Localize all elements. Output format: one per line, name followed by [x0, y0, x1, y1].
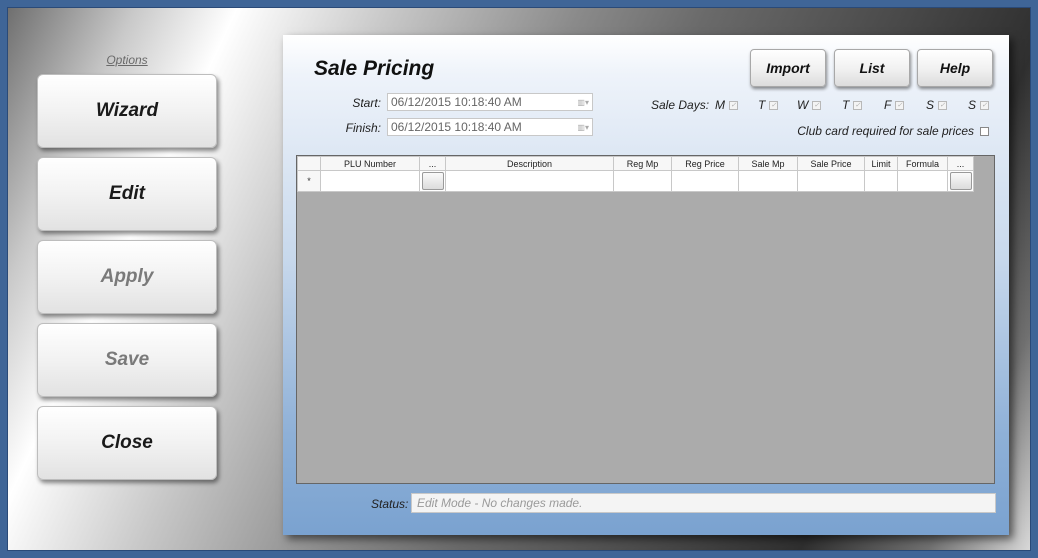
description-cell[interactable] [445, 170, 614, 192]
column-header-reg-price[interactable]: Reg Price [671, 156, 739, 171]
sale-price-cell[interactable] [797, 170, 865, 192]
calendar-dropdown-icon[interactable]: ▥▾ [577, 123, 589, 132]
club-card-checkbox[interactable] [980, 126, 989, 136]
checkbox-icon[interactable]: ✓ [812, 100, 822, 110]
plu-number-cell[interactable] [320, 170, 420, 192]
finish-datetime-value: 06/12/2015 10:18:40 AM [391, 120, 522, 134]
column-header-reg-mp[interactable]: Reg Mp [613, 156, 672, 171]
save-button[interactable]: Save [37, 323, 217, 397]
day-letter: T [758, 98, 766, 112]
sale-day-thursday[interactable]: T ✓ [842, 98, 863, 112]
sale-day-wednesday[interactable]: W ✓ [797, 98, 822, 112]
plu-lookup-cell [419, 170, 446, 192]
checkbox-icon[interactable]: ✓ [895, 100, 905, 110]
status-label: Status: [371, 497, 409, 511]
plu-lookup-button[interactable] [421, 172, 444, 190]
day-letter: S [968, 98, 977, 112]
checkbox-icon[interactable]: ✓ [938, 100, 948, 110]
page-title: Sale Pricing [314, 57, 435, 80]
day-letter: T [842, 98, 850, 112]
column-header-description[interactable]: Description [445, 156, 614, 171]
start-datetime-picker[interactable]: 06/12/2015 10:18:40 AM ▥▾ [387, 93, 593, 111]
close-button[interactable]: Close [37, 406, 217, 480]
table-row: * [297, 170, 974, 192]
checkbox-icon[interactable]: ✓ [980, 100, 990, 110]
status-text: Edit Mode - No changes made. [411, 493, 996, 513]
help-button[interactable]: Help [917, 49, 993, 87]
finish-datetime-picker[interactable]: 06/12/2015 10:18:40 AM ▥▾ [387, 118, 593, 136]
grid-header-row: PLU Number ... Description Reg Mp Reg Pr… [297, 156, 974, 171]
column-header-sale-mp[interactable]: Sale Mp [738, 156, 798, 171]
sale-pricing-grid[interactable]: PLU Number ... Description Reg Mp Reg Pr… [296, 155, 995, 484]
start-label: Start: [352, 96, 381, 110]
day-letter: W [797, 98, 809, 112]
sale-day-saturday[interactable]: S ✓ [926, 98, 948, 112]
start-datetime-value: 06/12/2015 10:18:40 AM [391, 95, 522, 109]
sale-pricing-panel: Sale Pricing Import List Help Start: 06/… [283, 35, 1009, 535]
sale-day-tuesday[interactable]: T ✓ [758, 98, 779, 112]
row-header-corner [297, 156, 321, 171]
reg-mp-cell[interactable] [613, 170, 672, 192]
apply-button[interactable]: Apply [37, 240, 217, 314]
sale-days-label: Sale Days: [651, 98, 710, 112]
finish-label: Finish: [345, 121, 381, 135]
day-letter: M [715, 98, 725, 112]
grid-table: PLU Number ... Description Reg Mp Reg Pr… [297, 156, 974, 192]
formula-cell[interactable] [897, 170, 948, 192]
club-card-label: Club card required for sale prices [797, 124, 974, 138]
column-header-plu-number[interactable]: PLU Number [320, 156, 420, 171]
reg-price-cell[interactable] [671, 170, 739, 192]
new-row-marker: * [297, 170, 321, 192]
day-letter: S [926, 98, 935, 112]
edit-button[interactable]: Edit [37, 157, 217, 231]
column-header-formula[interactable]: Formula [897, 156, 948, 171]
column-header-formula-lookup[interactable]: ... [947, 156, 974, 171]
sale-day-sunday[interactable]: S ✓ [968, 98, 990, 112]
calendar-dropdown-icon[interactable]: ▥▾ [577, 98, 589, 107]
formula-lookup-cell [947, 170, 974, 192]
column-header-sale-price[interactable]: Sale Price [797, 156, 865, 171]
sale-day-friday[interactable]: F ✓ [884, 98, 905, 112]
formula-lookup-button[interactable] [949, 172, 972, 190]
column-header-plu-lookup[interactable]: ... [419, 156, 446, 171]
day-letter: F [884, 98, 892, 112]
sale-mp-cell[interactable] [738, 170, 798, 192]
wizard-button[interactable]: Wizard [37, 74, 217, 148]
options-label: Options [106, 53, 148, 67]
checkbox-icon[interactable]: ✓ [729, 100, 738, 110]
column-header-limit[interactable]: Limit [864, 156, 898, 171]
sale-day-monday[interactable]: M ✓ [715, 98, 738, 112]
checkbox-icon[interactable]: ✓ [853, 100, 863, 110]
limit-cell[interactable] [864, 170, 898, 192]
list-button[interactable]: List [834, 49, 910, 87]
club-card-option[interactable]: Club card required for sale prices [797, 124, 989, 138]
import-button[interactable]: Import [750, 49, 826, 87]
checkbox-icon[interactable]: ✓ [769, 100, 779, 110]
